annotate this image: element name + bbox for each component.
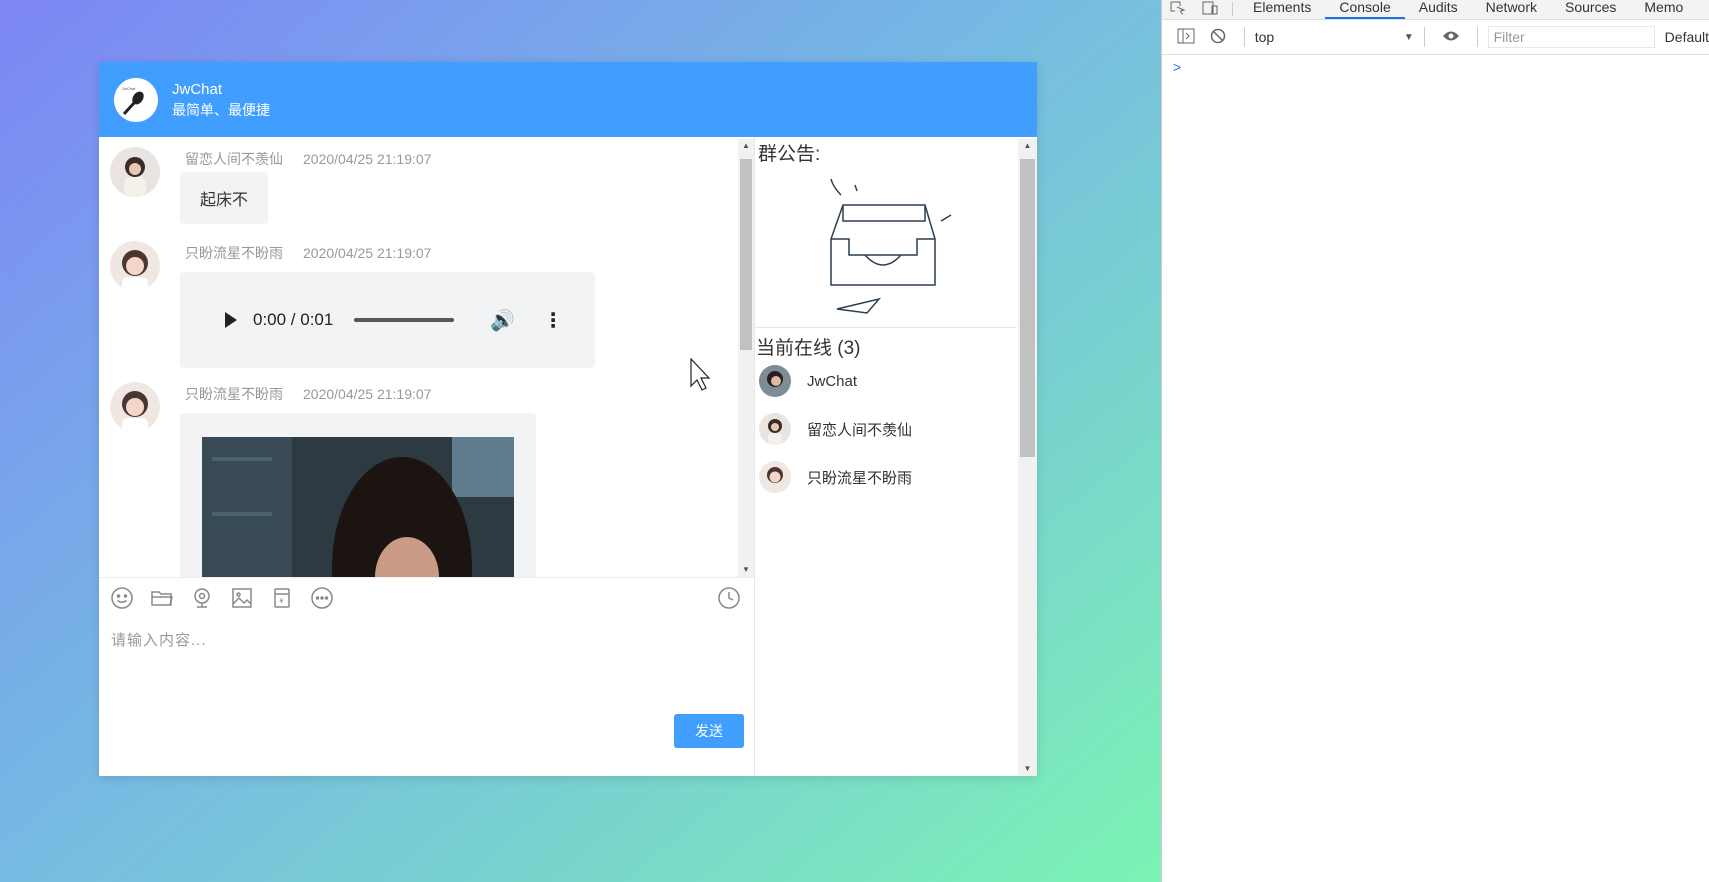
svg-text:JwChat: JwChat (122, 86, 136, 91)
log-levels-select[interactable]: Default (1665, 29, 1709, 45)
scrollbar-thumb[interactable] (1020, 159, 1035, 457)
context-select-value: top (1254, 29, 1275, 45)
mouse-cursor-icon (690, 358, 711, 391)
chat-header: JwChat JwChat 最简单、最便捷 (99, 62, 1037, 137)
avatar (759, 365, 791, 397)
webcam-icon[interactable] (189, 585, 215, 611)
avatar[interactable] (110, 241, 160, 291)
audio-player[interactable]: 0:00 / 0:01 🔊 ⋮ (190, 280, 585, 360)
scroll-down-icon[interactable]: ▼ (738, 563, 754, 577)
sidebar-toggle-icon[interactable] (1174, 28, 1198, 44)
microphone-icon: JwChat (114, 77, 158, 122)
devtools-panel: Elements Console Audits Network Sources … (1161, 0, 1709, 882)
message-time: 2020/04/25 21:19:07 (303, 245, 432, 261)
emoji-icon[interactable] (109, 585, 135, 611)
avatar (759, 461, 791, 493)
console-filter-input[interactable]: Filter (1487, 26, 1655, 48)
sidebar-scrollbar[interactable]: ▲ ▼ (1018, 139, 1037, 776)
svg-text:¥: ¥ (280, 598, 284, 605)
message-bubble (180, 413, 536, 577)
online-user-item[interactable]: 留恋人间不羡仙 (759, 413, 912, 445)
devtools-tabbar: Elements Console Audits Network Sources … (1162, 0, 1709, 20)
notice-title: 群公告: (758, 144, 821, 165)
message-sender: 只盼流星不盼雨 (185, 245, 283, 261)
message-item: 只盼流星不盼雨 2020/04/25 21:19:07 (110, 382, 710, 577)
message-input[interactable] (99, 617, 754, 717)
tab-audits[interactable]: Audits (1405, 0, 1472, 19)
message-item: 留恋人间不羡仙 2020/04/25 21:19:07 起床不 (110, 147, 710, 227)
console-prompt[interactable]: > (1162, 55, 1709, 79)
sidebar-divider (755, 327, 1017, 328)
send-button[interactable]: 发送 (674, 714, 744, 748)
scroll-up-icon[interactable]: ▲ (738, 139, 754, 153)
tab-memory[interactable]: Memo (1630, 0, 1697, 19)
console-toolbar: top ▼ Filter Default (1162, 20, 1709, 55)
audio-time: 0:00 / 0:01 (253, 310, 334, 329)
scroll-down-icon[interactable]: ▼ (1018, 762, 1037, 776)
message-scrollbar[interactable]: ▲ ▼ (738, 139, 754, 577)
message-list[interactable]: 留恋人间不羡仙 2020/04/25 21:19:07 起床不 只盼流星不盼雨 20… (99, 137, 754, 577)
online-user-name: 留恋人间不羡仙 (807, 421, 913, 439)
dropdown-arrow-icon: ▼ (1403, 31, 1414, 43)
image-icon[interactable] (229, 585, 255, 611)
context-select[interactable]: top ▼ (1255, 29, 1414, 45)
message-sender: 只盼流星不盼雨 (185, 386, 283, 402)
input-area: 发送 (99, 617, 754, 776)
online-user-item[interactable]: JwChat (759, 365, 857, 397)
online-user-item[interactable]: 只盼流星不盼雨 (759, 461, 912, 493)
red-packet-icon[interactable]: ¥ (269, 585, 295, 611)
audio-progress-slider[interactable] (354, 318, 455, 322)
avatar[interactable] (110, 382, 160, 432)
scrollbar-thumb[interactable] (740, 159, 752, 350)
history-clock-icon[interactable] (716, 585, 742, 611)
chat-subtitle: 最简单、最便捷 (172, 101, 270, 118)
group-sidebar: 群公告: 当前在线 (3) JwChat 留恋人间不羡仙 只盼流星不盼雨 ▲ ▼ (754, 137, 1037, 776)
chat-window: JwChat JwChat 最简单、最便捷 留恋人间不羡仙 2020/04/25 … (99, 62, 1037, 776)
message-bubble: 0:00 / 0:01 🔊 ⋮ (180, 272, 595, 368)
tab-elements[interactable]: Elements (1239, 0, 1325, 19)
chat-body: 留恋人间不羡仙 2020/04/25 21:19:07 起床不 只盼流星不盼雨 20… (99, 137, 1037, 776)
online-user-name: 只盼流星不盼雨 (807, 469, 913, 487)
more-icon[interactable] (309, 585, 335, 611)
message-sender: 留恋人间不羡仙 (185, 151, 283, 167)
message-image[interactable] (202, 437, 514, 577)
avatar (759, 413, 791, 445)
scroll-up-icon[interactable]: ▲ (1018, 139, 1037, 153)
volume-icon[interactable]: 🔊 (490, 308, 515, 333)
device-toolbar-icon[interactable] (1198, 0, 1222, 16)
online-title: 当前在线 (3) (756, 338, 861, 359)
app-logo: JwChat (114, 77, 158, 122)
inspect-element-icon[interactable] (1166, 0, 1190, 16)
folder-icon[interactable] (149, 585, 175, 611)
tab-network[interactable]: Network (1472, 0, 1551, 19)
more-options-icon[interactable]: ⋮ (543, 308, 563, 333)
input-toolbar: ¥ (99, 577, 754, 617)
page-background: JwChat JwChat 最简单、最便捷 留恋人间不羡仙 2020/04/25 … (0, 0, 1161, 882)
eye-icon[interactable] (1439, 28, 1463, 44)
clear-console-icon[interactable] (1206, 28, 1230, 44)
online-user-name: JwChat (807, 372, 858, 390)
avatar[interactable] (110, 147, 160, 197)
message-item: 只盼流星不盼雨 2020/04/25 21:19:07 0:00 / 0:01 🔊… (110, 241, 710, 371)
message-time: 2020/04/25 21:19:07 (303, 386, 432, 402)
tab-sources[interactable]: Sources (1551, 0, 1630, 19)
tab-console[interactable]: Console (1325, 0, 1406, 19)
message-bubble: 起床不 (180, 172, 269, 224)
play-icon[interactable] (225, 312, 237, 328)
chat-title: JwChat (172, 80, 223, 98)
empty-inbox-illustration (830, 178, 952, 314)
message-time: 2020/04/25 21:19:07 (303, 151, 432, 167)
